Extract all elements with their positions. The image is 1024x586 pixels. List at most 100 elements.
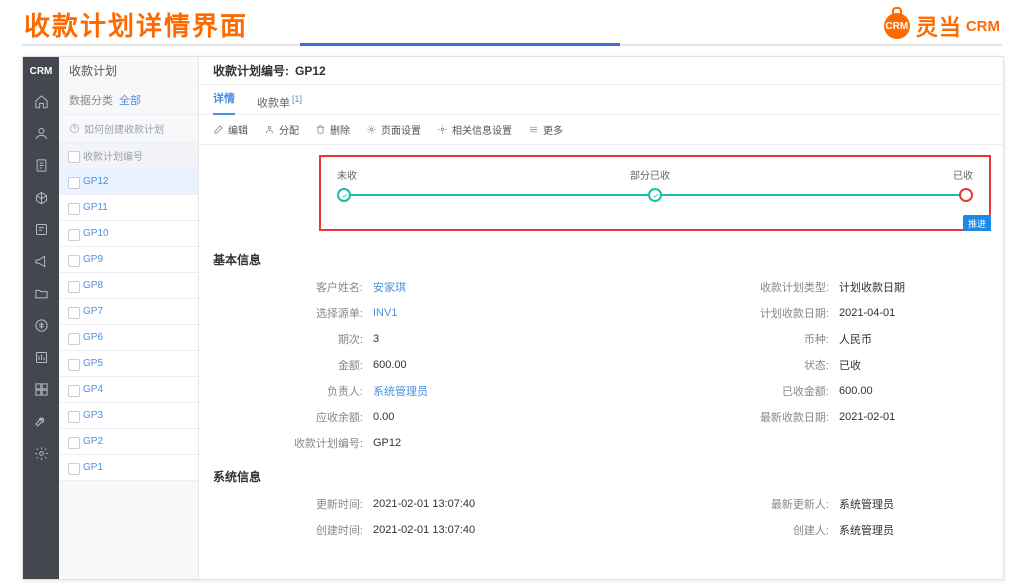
field-value[interactable]: INV1 xyxy=(373,307,573,319)
list-item[interactable]: GP3 xyxy=(59,403,198,429)
list-item[interactable]: GP7 xyxy=(59,299,198,325)
field-value: GP12 xyxy=(373,437,573,449)
contract-icon[interactable] xyxy=(23,213,59,245)
product-icon[interactable] xyxy=(23,181,59,213)
tab-detail[interactable]: 详情 xyxy=(213,84,235,114)
delete-button[interactable]: 删除 xyxy=(315,122,350,137)
list-panel: 收款计划 数据分类 全部 如何创建收款计划 收款计划编号 GP12 GP11 G… xyxy=(59,57,199,579)
related-settings-button[interactable]: 相关信息设置 xyxy=(437,122,512,137)
brand-name: 灵当 xyxy=(916,10,962,42)
help-text: 如何创建收款计划 xyxy=(84,121,164,136)
field-value: 系统管理员 xyxy=(839,496,989,512)
list-item[interactable]: GP4 xyxy=(59,377,198,403)
stage-dot-1[interactable] xyxy=(337,188,351,202)
filter-value: 全部 xyxy=(119,92,141,108)
related-settings-label: 相关信息设置 xyxy=(452,122,512,137)
stage-dot-3[interactable] xyxy=(959,188,973,202)
announce-icon[interactable] xyxy=(23,245,59,277)
nav-rail: CRM xyxy=(23,57,59,579)
list-item[interactable]: GP11 xyxy=(59,195,198,221)
list-item[interactable]: GP2 xyxy=(59,429,198,455)
field-value: 已收 xyxy=(839,357,989,373)
section-basic-title: 基本信息 xyxy=(199,243,1003,274)
rail-logo[interactable]: CRM xyxy=(23,57,59,85)
stage-dot-2[interactable] xyxy=(648,188,662,202)
system-info-grid: 更新时间:2021-02-01 13:07:40最新更新人:系统管理员 创建时间… xyxy=(199,491,1003,547)
field-value: 0.00 xyxy=(373,411,573,423)
page-settings-button[interactable]: 页面设置 xyxy=(366,122,421,137)
tools-icon[interactable] xyxy=(23,405,59,437)
dashboard-icon[interactable] xyxy=(23,373,59,405)
field-label: 应收余额: xyxy=(213,409,373,425)
delete-label: 删除 xyxy=(330,122,350,137)
list-column-header[interactable]: 收款计划编号 xyxy=(59,143,198,169)
field-value: 600.00 xyxy=(839,385,989,397)
report-icon[interactable] xyxy=(23,341,59,373)
field-value: 600.00 xyxy=(373,359,573,371)
field-label: 金额: xyxy=(213,357,373,373)
list-icon xyxy=(528,124,539,135)
pencil-icon xyxy=(213,124,224,135)
field-label: 更新时间: xyxy=(213,496,373,512)
list-item[interactable]: GP6 xyxy=(59,325,198,351)
gear-icon xyxy=(366,124,377,135)
field-value: 2021-02-01 13:07:40 xyxy=(373,524,573,536)
list-item[interactable]: GP1 xyxy=(59,455,198,481)
folder-icon[interactable] xyxy=(23,277,59,309)
edit-button[interactable]: 编辑 xyxy=(213,122,248,137)
field-value: 2021-02-01 xyxy=(839,411,989,423)
list-item[interactable]: GP10 xyxy=(59,221,198,247)
tab-bar: 详情 收款单[1] xyxy=(199,85,1003,115)
divider-accent xyxy=(300,43,620,46)
record-toolbar: 编辑 分配 删除 页面设置 相关信息设置 更多 xyxy=(199,115,1003,145)
field-label: 负责人: xyxy=(213,383,373,399)
page-settings-label: 页面设置 xyxy=(381,122,421,137)
assign-button[interactable]: 分配 xyxy=(264,122,299,137)
field-value: 人民币 xyxy=(839,331,989,347)
field-value: 2021-02-01 13:07:40 xyxy=(373,498,573,510)
help-tip[interactable]: 如何创建收款计划 xyxy=(59,115,198,143)
field-label: 选择源单: xyxy=(213,305,373,321)
customer-icon[interactable] xyxy=(23,117,59,149)
settings-icon[interactable] xyxy=(23,437,59,469)
list-item[interactable]: GP12 xyxy=(59,169,198,195)
list-item[interactable]: GP8 xyxy=(59,273,198,299)
list-item[interactable]: GP5 xyxy=(59,351,198,377)
brand-suffix: CRM xyxy=(966,18,1000,35)
edit-label: 编辑 xyxy=(228,122,248,137)
section-system-title: 系统信息 xyxy=(199,460,1003,491)
document-icon[interactable] xyxy=(23,149,59,181)
field-label: 创建时间: xyxy=(213,522,373,538)
field-label: 收款计划类型: xyxy=(573,279,839,295)
field-label: 计划收款日期: xyxy=(573,305,839,321)
filter-row[interactable]: 数据分类 全部 xyxy=(59,85,198,115)
help-icon xyxy=(69,123,80,134)
field-label: 收款计划编号: xyxy=(213,435,373,451)
list-item[interactable]: GP9 xyxy=(59,247,198,273)
record-header-value: GP12 xyxy=(295,64,326,78)
field-label: 期次: xyxy=(213,331,373,347)
user-icon xyxy=(264,124,275,135)
field-value[interactable]: 安家琪 xyxy=(373,279,573,295)
field-label: 客户姓名: xyxy=(213,279,373,295)
advance-button[interactable]: 推进 xyxy=(963,215,991,231)
field-label: 最新收款日期: xyxy=(573,409,839,425)
stage-label-2: 部分已收 xyxy=(347,167,953,182)
page-title: 收款计划详情界面 xyxy=(24,6,248,43)
finance-icon[interactable] xyxy=(23,309,59,341)
tab-receipt-label: 收款单 xyxy=(257,98,290,110)
field-label: 最新更新人: xyxy=(573,496,839,512)
list-module-title: 收款计划 xyxy=(59,57,198,85)
field-value: 系统管理员 xyxy=(839,522,989,538)
tab-receipt-count: [1] xyxy=(292,94,302,104)
field-value[interactable]: 系统管理员 xyxy=(373,383,573,399)
trash-icon xyxy=(315,124,326,135)
more-button[interactable]: 更多 xyxy=(528,122,563,137)
assign-label: 分配 xyxy=(279,122,299,137)
app-window: CRM 收款计划 数据分类 全部 如何创建收款计划 收款计划编号 GP12 GP… xyxy=(22,56,1004,580)
brand-badge-icon: CRM xyxy=(884,13,910,39)
record-header: 收款计划编号: GP12 xyxy=(199,57,1003,85)
home-icon[interactable] xyxy=(23,85,59,117)
tab-receipt[interactable]: 收款单[1] xyxy=(257,84,302,114)
gear-icon xyxy=(437,124,448,135)
